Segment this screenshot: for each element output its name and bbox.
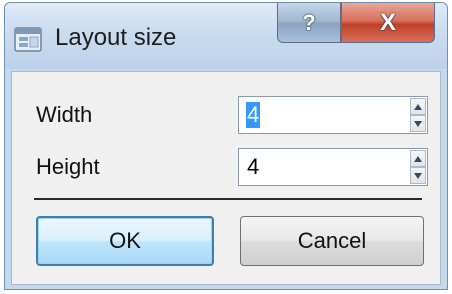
ok-button-label: OK bbox=[109, 228, 141, 253]
spin-down-icon bbox=[414, 120, 422, 127]
width-value[interactable]: 4 bbox=[246, 102, 261, 128]
title-bar[interactable]: Layout size ? X bbox=[5, 3, 447, 69]
height-value[interactable]: 4 bbox=[247, 154, 259, 180]
ok-button[interactable]: OK bbox=[36, 216, 214, 266]
height-label: Height bbox=[36, 154, 100, 179]
help-button[interactable]: ? bbox=[277, 3, 341, 43]
dialog-title: Layout size bbox=[55, 24, 177, 51]
height-spinner[interactable]: 4 bbox=[238, 148, 428, 186]
width-spinner[interactable]: 4 bbox=[238, 96, 428, 134]
cancel-button-label: Cancel bbox=[297, 228, 367, 253]
dialog-app-icon bbox=[13, 25, 43, 55]
dialog-body: Width 4 Height 4 OK Cancel bbox=[11, 71, 441, 285]
close-icon: X bbox=[379, 8, 396, 36]
cancel-button[interactable]: Cancel bbox=[240, 216, 424, 266]
spin-down-icon bbox=[414, 172, 422, 179]
spin-up-icon bbox=[414, 155, 422, 162]
width-label: Width bbox=[36, 102, 93, 127]
height-spin-down-button[interactable] bbox=[410, 167, 426, 184]
help-icon: ? bbox=[302, 9, 316, 35]
width-spin-up-button[interactable] bbox=[410, 98, 426, 115]
layout-size-dialog: Layout size ? X Width 4 Height 4 OK Canc… bbox=[4, 2, 448, 290]
height-spin-buttons bbox=[410, 150, 426, 184]
height-spin-up-button[interactable] bbox=[410, 150, 426, 167]
close-button[interactable]: X bbox=[341, 3, 435, 43]
width-spin-buttons bbox=[410, 98, 426, 132]
spin-up-icon bbox=[414, 103, 422, 110]
width-spin-down-button[interactable] bbox=[410, 115, 426, 132]
divider bbox=[34, 198, 422, 200]
